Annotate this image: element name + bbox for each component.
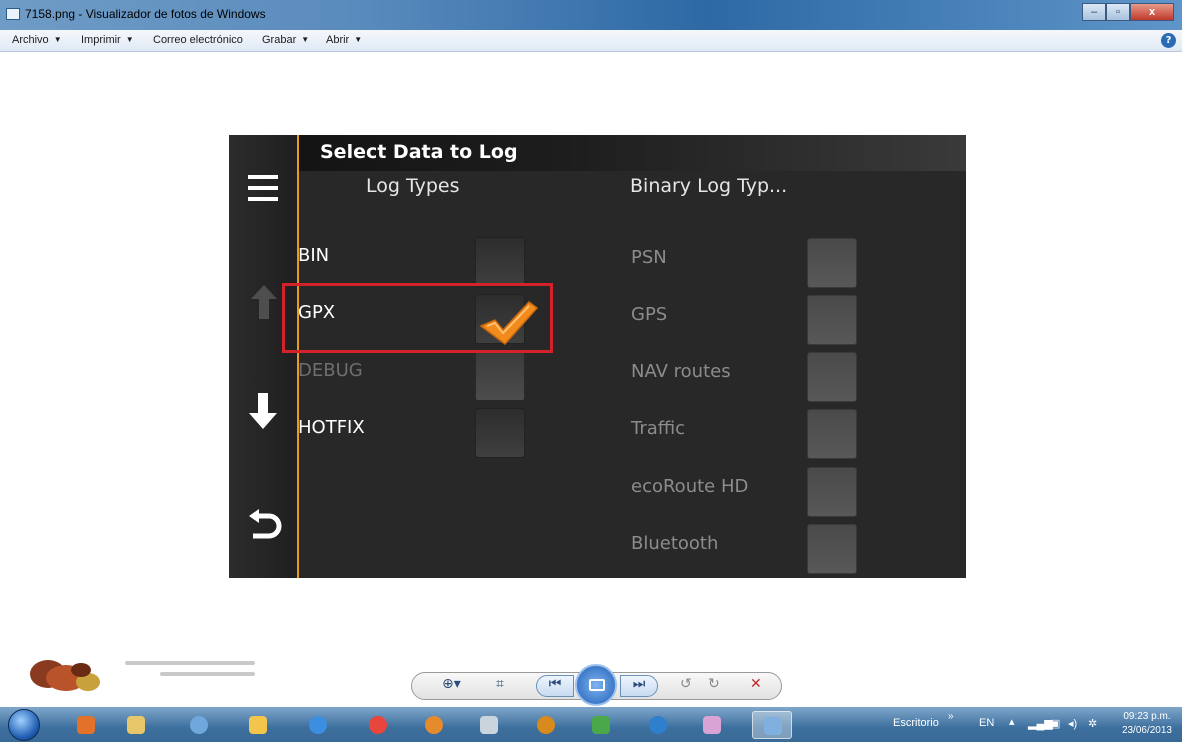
photo-viewer-window: 7158.png - Visualizador de fotos de Wind… — [0, 0, 1182, 742]
slideshow-icon — [589, 679, 605, 691]
taskbar-firefox[interactable] — [418, 711, 450, 739]
log-type-debug-label: DEBUG — [298, 360, 363, 381]
bin-checkbox[interactable] — [475, 237, 525, 287]
binary-gps-label: GPS — [631, 304, 668, 325]
menu-correo[interactable]: Correo electrónico — [153, 34, 243, 46]
close-icon: x — [1148, 6, 1156, 18]
photo-viewer-icon — [6, 8, 20, 20]
log-types-header: Log Types — [366, 175, 460, 197]
debug-checkbox[interactable] — [475, 351, 525, 401]
nav-routes-checkbox[interactable] — [807, 352, 857, 402]
previous-button[interactable]: ⏮ — [536, 675, 574, 697]
chevron-down-icon: ▼ — [301, 35, 310, 44]
image-info-text — [125, 661, 265, 683]
bluetooth-checkbox[interactable] — [807, 524, 857, 574]
taskbar-app-grid[interactable] — [585, 711, 617, 739]
minimize-icon: – — [1090, 6, 1098, 18]
taskbar-explorer[interactable] — [120, 711, 152, 739]
page-title: Select Data to Log — [320, 141, 518, 163]
log-type-hotfix-label: HOTFIX — [298, 417, 365, 438]
chevron-down-icon: ▼ — [53, 35, 62, 44]
gps-checkbox[interactable] — [807, 295, 857, 345]
clock-date: 23/06/2013 — [1121, 725, 1172, 736]
desktop-toolbar-label[interactable]: Escritorio — [893, 717, 939, 729]
taskbar-chrome[interactable] — [362, 711, 394, 739]
menu-bar: Archivo ▼ Imprimir ▼ Correo electrónico Gr… — [0, 30, 1182, 52]
arrow-up-icon[interactable] — [251, 285, 277, 319]
zoom-button[interactable]: ⊕▾ — [442, 676, 461, 692]
binary-log-types-header: Binary Log Typ... — [630, 175, 788, 197]
traffic-checkbox[interactable] — [807, 409, 857, 459]
taskbar: Escritorio » EN ▴ ▂▄▆ ▣ ◂) ✲ 09:23 p.m. … — [0, 707, 1182, 742]
taskbar-app-globe[interactable] — [642, 711, 674, 739]
taskbar-outlook[interactable] — [242, 711, 274, 739]
clock[interactable]: 09:23 p.m. 23/06/2013 — [1122, 710, 1172, 738]
hamburger-menu-icon[interactable] — [248, 175, 278, 205]
chevron-down-icon: ▼ — [125, 35, 134, 44]
binary-ecoroute-label: ecoRoute HD — [631, 476, 749, 497]
taskbar-photo-viewer[interactable] — [752, 711, 792, 739]
hotfix-checkbox[interactable] — [475, 408, 525, 458]
back-icon[interactable] — [245, 501, 285, 541]
signal-icon[interactable]: ▂▄▆ — [1028, 717, 1053, 730]
menu-label: Archivo — [12, 34, 49, 46]
start-button[interactable] — [8, 709, 40, 741]
taskbar-ie[interactable] — [302, 711, 334, 739]
taskbar-calculator[interactable] — [473, 711, 505, 739]
toolbar-expand-icon[interactable]: » — [948, 711, 954, 722]
slideshow-button[interactable] — [575, 664, 617, 706]
rotate-ccw-button[interactable]: ↺ — [680, 676, 692, 692]
maximize-button[interactable]: ▫ — [1106, 3, 1130, 21]
taskbar-app-orange[interactable] — [530, 711, 562, 739]
rotate-cw-button[interactable]: ↻ — [708, 676, 720, 692]
psn-checkbox[interactable] — [807, 238, 857, 288]
network-icon[interactable]: ▣ — [1050, 717, 1060, 730]
window-title: 7158.png - Visualizador de fotos de Wind… — [25, 7, 266, 21]
binary-nav-routes-label: NAV routes — [631, 361, 731, 382]
log-type-bin-label: BIN — [298, 245, 330, 266]
minimize-button[interactable]: – — [1082, 3, 1106, 21]
title-bar: 7158.png - Visualizador de fotos de Wind… — [0, 0, 1182, 30]
delete-button[interactable]: ✕ — [750, 676, 762, 692]
language-indicator[interactable]: EN — [979, 717, 994, 729]
arrow-down-icon[interactable] — [249, 393, 277, 429]
taskbar-paint[interactable] — [696, 711, 728, 739]
device-screen: Select Data to Log Log Types Binary Log … — [229, 135, 966, 578]
tray-app-icon[interactable]: ✲ — [1088, 717, 1097, 730]
menu-imprimir[interactable]: Imprimir ▼ — [81, 34, 134, 46]
taskbar-media-player[interactable] — [70, 711, 102, 739]
binary-bluetooth-label: Bluetooth — [631, 533, 719, 554]
binary-traffic-label: Traffic — [631, 418, 686, 439]
gpx-highlight-box — [282, 283, 553, 353]
fit-window-button[interactable]: ⌗ — [496, 676, 504, 692]
accent-divider — [297, 135, 299, 578]
show-hidden-icons-icon[interactable]: ▴ — [1009, 715, 1015, 728]
thumbnail-image — [26, 656, 106, 696]
help-icon[interactable]: ? — [1161, 33, 1176, 48]
window-controls: – ▫ x — [1082, 3, 1174, 21]
chevron-down-icon: ▼ — [354, 35, 363, 44]
menu-label: Imprimir — [81, 34, 121, 46]
ecoroute-checkbox[interactable] — [807, 467, 857, 517]
maximize-icon: ▫ — [1116, 6, 1120, 18]
menu-label: Correo electrónico — [153, 34, 243, 46]
binary-psn-label: PSN — [631, 247, 667, 268]
taskbar-network[interactable] — [183, 711, 215, 739]
menu-abrir[interactable]: Abrir ▼ — [326, 34, 362, 46]
next-button[interactable]: ⏭ — [620, 675, 658, 697]
menu-label: Abrir — [326, 34, 350, 46]
menu-archivo[interactable]: Archivo ▼ — [12, 34, 62, 46]
menu-label: Grabar — [262, 34, 297, 46]
menu-grabar[interactable]: Grabar ▼ — [262, 34, 309, 46]
clock-time: 09:23 p.m. — [1123, 711, 1171, 722]
close-button[interactable]: x — [1130, 3, 1174, 21]
volume-icon[interactable]: ◂) — [1068, 717, 1077, 730]
